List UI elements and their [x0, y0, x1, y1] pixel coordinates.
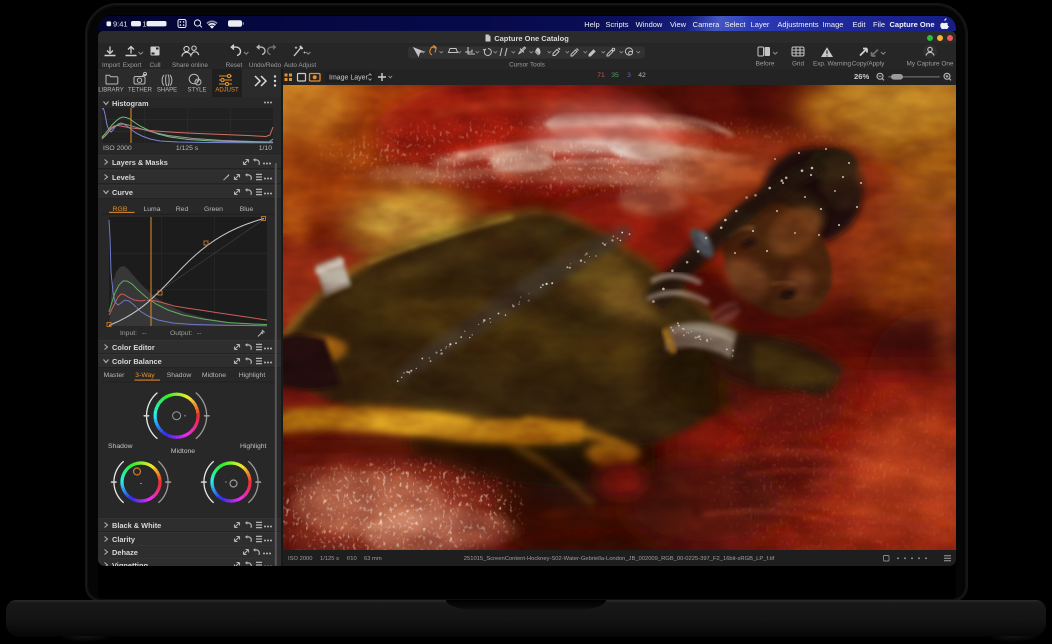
svg-text:71: 71	[597, 72, 605, 79]
svg-text:Share online: Share online	[172, 62, 208, 69]
svg-text:63 mm: 63 mm	[364, 556, 382, 562]
svg-text:3: 3	[627, 72, 631, 79]
svg-text:Before: Before	[756, 61, 775, 68]
svg-text:Luma: Luma	[143, 206, 160, 213]
svg-text:ISO 2000: ISO 2000	[103, 145, 132, 152]
svg-text:Levels: Levels	[112, 173, 135, 182]
svg-text:251015_ScreenContent-Hockney-S: 251015_ScreenContent-Hockney-S02-Water-G…	[464, 556, 775, 562]
svg-text:26%: 26%	[854, 72, 869, 81]
svg-text:Export: Export	[123, 62, 142, 69]
svg-text:--: --	[197, 330, 202, 337]
svg-text:ADJUST: ADJUST	[215, 88, 239, 94]
svg-text:Black & White: Black & White	[112, 521, 161, 530]
svg-text:Shadow: Shadow	[167, 372, 192, 379]
svg-text:TETHER: TETHER	[128, 88, 153, 94]
svg-text:My Capture One: My Capture One	[907, 61, 954, 68]
svg-text:Curve: Curve	[112, 188, 133, 197]
svg-text:Shadow: Shadow	[108, 443, 133, 450]
svg-text:Midtone: Midtone	[202, 372, 226, 379]
svg-text:Color Editor: Color Editor	[112, 343, 155, 352]
svg-text:9:41: 9:41	[113, 20, 128, 29]
svg-text:ISO 2000: ISO 2000	[288, 556, 313, 562]
svg-text:f/10: f/10	[347, 556, 357, 562]
svg-text:--: --	[142, 330, 147, 337]
svg-text:1/10: 1/10	[259, 145, 272, 152]
svg-text:3-Way: 3-Way	[135, 372, 155, 379]
svg-text:Histogram: Histogram	[112, 99, 149, 108]
svg-text:STYLE: STYLE	[187, 88, 206, 94]
svg-text:Image Layer: Image Layer	[329, 75, 369, 82]
svg-text:Green: Green	[204, 206, 223, 213]
svg-text:Midtone: Midtone	[171, 448, 195, 455]
svg-text:Layers & Masks: Layers & Masks	[112, 158, 168, 167]
svg-text:Dehaze: Dehaze	[112, 548, 138, 557]
svg-text:1: 1	[143, 22, 147, 29]
svg-text:1/125 s: 1/125 s	[176, 145, 199, 152]
svg-text:35: 35	[611, 72, 619, 79]
svg-text:Cull: Cull	[149, 62, 160, 69]
svg-text:42: 42	[638, 72, 646, 79]
svg-text:Copy/Apply: Copy/Apply	[852, 61, 885, 68]
svg-text:Master: Master	[104, 372, 126, 379]
svg-text:Cursor Tools: Cursor Tools	[509, 62, 545, 69]
svg-text:Red: Red	[176, 206, 189, 213]
svg-text:Exp. Warning: Exp. Warning	[813, 61, 852, 68]
svg-text:Vignetting: Vignetting	[112, 561, 148, 566]
svg-text:Auto Adjust: Auto Adjust	[284, 62, 317, 69]
svg-text:Blue: Blue	[240, 206, 254, 213]
svg-text:Highlight: Highlight	[240, 443, 267, 450]
svg-text:Undo/Redo: Undo/Redo	[249, 62, 282, 69]
svg-text:Input:: Input:	[120, 330, 137, 337]
svg-text:Output:: Output:	[170, 330, 192, 337]
svg-text:LIBRARY: LIBRARY	[98, 88, 124, 94]
svg-text:1/125 s: 1/125 s	[320, 556, 339, 562]
svg-text:SHAPE: SHAPE	[157, 88, 177, 94]
svg-text:Reset: Reset	[226, 62, 243, 69]
svg-text:Highlight: Highlight	[239, 372, 266, 379]
svg-text:Grid: Grid	[792, 61, 805, 68]
svg-text:Import: Import	[102, 62, 120, 69]
svg-text:Color Balance: Color Balance	[112, 357, 162, 366]
svg-text:Clarity: Clarity	[112, 535, 136, 544]
